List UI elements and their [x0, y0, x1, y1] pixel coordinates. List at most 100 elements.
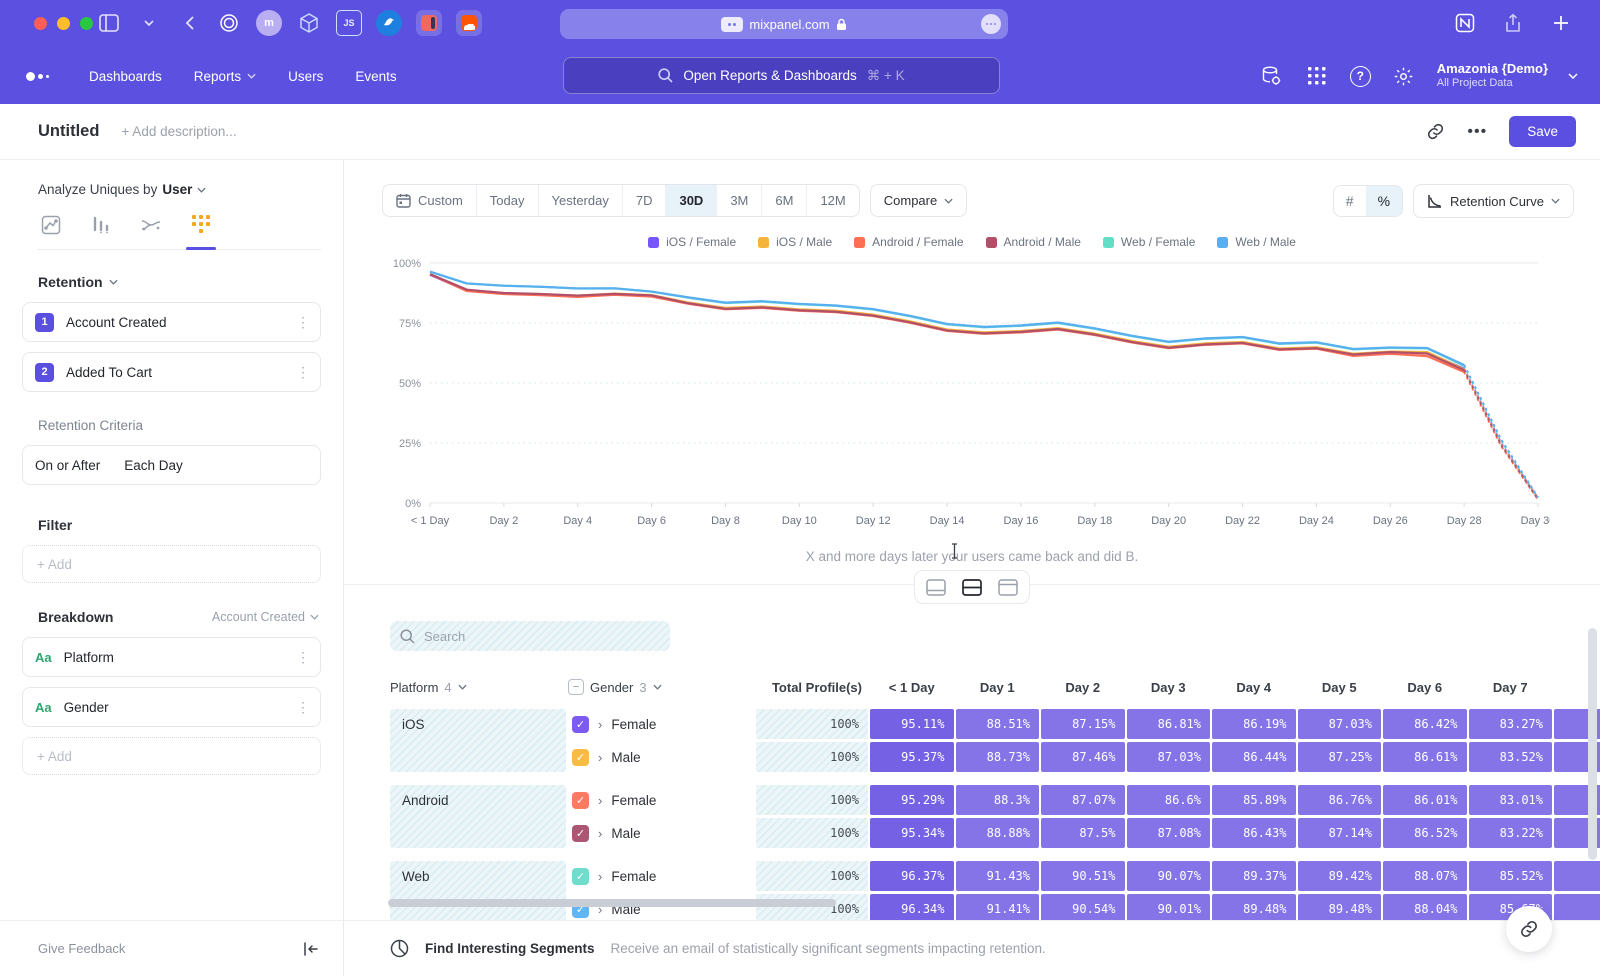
- series-checkbox[interactable]: ✓: [572, 792, 589, 809]
- expand-row-icon[interactable]: ›: [598, 793, 602, 808]
- legend-item[interactable]: Web / Female: [1103, 235, 1195, 249]
- settings-gear-icon[interactable]: [1391, 63, 1417, 89]
- kebab-menu-icon[interactable]: ⋮: [296, 699, 310, 716]
- range-30d[interactable]: 30D: [666, 185, 717, 216]
- nav-item-dashboards[interactable]: Dashboards: [77, 61, 174, 92]
- notion-icon[interactable]: [1452, 10, 1478, 36]
- help-icon[interactable]: ?: [1350, 66, 1371, 87]
- global-search-button[interactable]: Open Reports & Dashboards ⌘ + K: [563, 57, 1000, 94]
- save-button[interactable]: Save: [1509, 116, 1576, 147]
- back-button[interactable]: [176, 10, 202, 36]
- legend-item[interactable]: iOS / Female: [648, 235, 736, 249]
- absolute-format-button[interactable]: #: [1334, 186, 1366, 216]
- chevron-down-icon[interactable]: [136, 10, 162, 36]
- window-controls[interactable]: [34, 17, 93, 30]
- compare-button[interactable]: Compare: [870, 184, 967, 217]
- mixpanel-logo[interactable]: [26, 72, 49, 81]
- range-yesterday[interactable]: Yesterday: [539, 185, 623, 216]
- range-today[interactable]: Today: [477, 185, 539, 216]
- tab-retention[interactable]: [188, 215, 214, 239]
- legend-item[interactable]: Web / Male: [1217, 235, 1295, 249]
- gender-column-dropdown[interactable]: −Gender3: [568, 679, 754, 695]
- expand-row-icon[interactable]: ›: [598, 717, 602, 732]
- criteria-type[interactable]: On or After: [35, 458, 100, 473]
- retention-section-label[interactable]: Retention: [38, 274, 103, 290]
- extension-cube-icon[interactable]: [296, 10, 322, 36]
- range-7d[interactable]: 7D: [623, 185, 667, 216]
- table-only-view-button[interactable]: [992, 575, 1024, 599]
- retention-step-b[interactable]: 2 Added To Cart ⋮: [22, 352, 321, 392]
- report-title[interactable]: Untitled: [38, 122, 99, 141]
- extension-target-icon[interactable]: [216, 10, 242, 36]
- find-segments-title[interactable]: Find Interesting Segments: [425, 941, 595, 956]
- extension-red-icon[interactable]: [416, 10, 442, 36]
- legend-item[interactable]: Android / Female: [854, 235, 963, 249]
- expand-row-icon[interactable]: ›: [598, 826, 602, 841]
- split-view-button[interactable]: [956, 575, 988, 599]
- retention-step-a[interactable]: 1 Account Created ⋮: [22, 302, 321, 342]
- project-switcher[interactable]: Amazonia {Demo} All Project Data: [1437, 61, 1548, 91]
- url-extensions-button[interactable]: [981, 14, 1001, 34]
- expand-row-icon[interactable]: ›: [598, 750, 602, 765]
- series-checkbox[interactable]: ✓: [572, 825, 589, 842]
- maximize-window-button[interactable]: [80, 17, 93, 30]
- share-link-fab[interactable]: [1506, 906, 1552, 952]
- chart-only-view-button[interactable]: [920, 575, 952, 599]
- indeterminate-checkbox[interactable]: −: [568, 679, 584, 695]
- expand-row-icon[interactable]: ›: [598, 869, 602, 884]
- breakdown-scope-dropdown[interactable]: Account Created: [212, 610, 319, 624]
- platform-column-dropdown[interactable]: Platform4: [390, 680, 566, 695]
- copy-link-icon[interactable]: [1426, 122, 1445, 141]
- retention-value-cell: 86.76%: [1298, 785, 1382, 815]
- chart-type-dropdown[interactable]: Retention Curve: [1413, 184, 1574, 218]
- legend-item[interactable]: iOS / Male: [758, 235, 832, 249]
- horizontal-scrollbar[interactable]: [388, 899, 836, 907]
- give-feedback-link[interactable]: Give Feedback: [38, 941, 125, 956]
- close-window-button[interactable]: [34, 17, 47, 30]
- criteria-interval[interactable]: Each Day: [124, 458, 183, 473]
- extension-soundcloud-icon[interactable]: [456, 10, 482, 36]
- nav-item-reports[interactable]: Reports: [182, 61, 268, 92]
- kebab-menu-icon[interactable]: ⋮: [296, 649, 310, 666]
- legend-item[interactable]: Android / Male: [986, 235, 1081, 249]
- more-options-button[interactable]: •••: [1467, 123, 1487, 141]
- extension-m-icon[interactable]: m: [256, 10, 282, 36]
- range-12m[interactable]: 12M: [807, 185, 858, 216]
- range-6m[interactable]: 6M: [762, 185, 807, 216]
- tab-funnels[interactable]: [88, 215, 114, 239]
- retention-criteria-card[interactable]: On or After Each Day: [22, 445, 321, 485]
- nav-item-users[interactable]: Users: [276, 61, 335, 92]
- share-icon[interactable]: [1500, 10, 1526, 36]
- nav-item-events[interactable]: Events: [343, 61, 408, 92]
- extension-bird-icon[interactable]: [376, 10, 402, 36]
- report-description-placeholder[interactable]: + Add description...: [121, 124, 236, 139]
- breakdown-platform[interactable]: Aa Platform ⋮: [22, 637, 321, 677]
- series-checkbox[interactable]: ✓: [572, 716, 589, 733]
- range-custom[interactable]: Custom: [383, 185, 477, 216]
- retention-value-cell: 86.52%: [1383, 818, 1467, 848]
- extension-js-icon[interactable]: JS: [336, 10, 362, 36]
- add-breakdown-button[interactable]: + Add: [22, 737, 321, 775]
- apps-grid-icon[interactable]: [1304, 63, 1330, 89]
- legend-swatch: [758, 237, 769, 248]
- series-checkbox[interactable]: ✓: [572, 868, 589, 885]
- vertical-scrollbar[interactable]: [1588, 628, 1597, 860]
- analyze-entity-dropdown[interactable]: User: [162, 182, 192, 197]
- add-filter-button[interactable]: + Add: [22, 545, 321, 583]
- new-tab-button[interactable]: [1548, 10, 1574, 36]
- breakdown-gender[interactable]: Aa Gender ⋮: [22, 687, 321, 727]
- kebab-menu-icon[interactable]: ⋮: [296, 364, 310, 381]
- minimize-window-button[interactable]: [57, 17, 70, 30]
- tab-flows[interactable]: [138, 215, 164, 239]
- url-text: mixpanel.com: [749, 17, 829, 32]
- tab-insights[interactable]: [38, 215, 64, 239]
- range-3m[interactable]: 3M: [717, 185, 762, 216]
- address-bar[interactable]: mixpanel.com: [560, 9, 1008, 39]
- percent-format-button[interactable]: %: [1366, 186, 1402, 216]
- sidebar-toggle-icon[interactable]: [96, 10, 122, 36]
- table-search-input[interactable]: Search: [390, 621, 670, 651]
- collapse-sidebar-icon[interactable]: [303, 942, 319, 956]
- series-checkbox[interactable]: ✓: [572, 749, 589, 766]
- data-management-icon[interactable]: [1258, 63, 1284, 89]
- kebab-menu-icon[interactable]: ⋮: [296, 314, 310, 331]
